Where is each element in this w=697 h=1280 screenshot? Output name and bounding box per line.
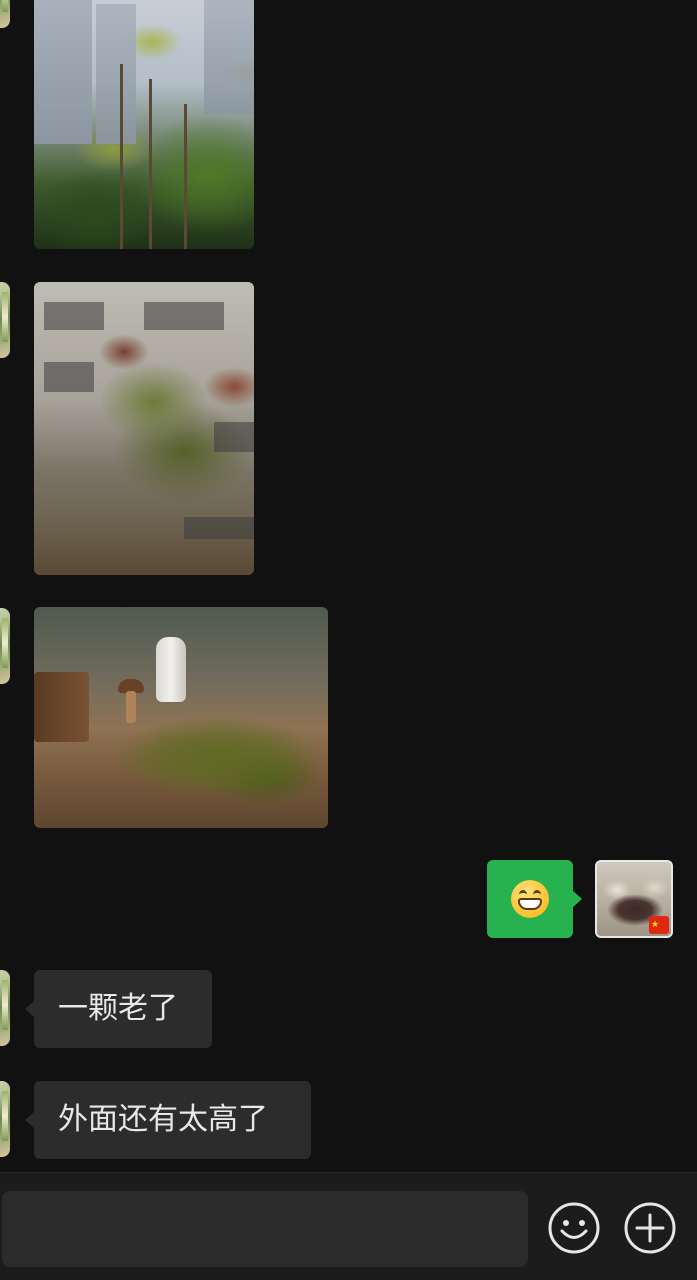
image-message-toona-sprouts[interactable] (34, 0, 254, 249)
partner-avatar[interactable] (0, 282, 10, 358)
photo-building-window (144, 302, 224, 330)
chat-input-bar (0, 1172, 697, 1280)
photo-background-building (34, 0, 92, 144)
photo-background-building (96, 4, 136, 144)
outgoing-emoji-bubble[interactable] (487, 860, 582, 938)
photo-plant-stem (184, 104, 187, 249)
china-flag-icon: ★ (649, 916, 669, 934)
my-avatar[interactable]: ★ (595, 860, 673, 938)
partner-avatar[interactable] (0, 1081, 10, 1157)
photo-background-building (204, 0, 254, 114)
partner-avatar[interactable] (0, 970, 10, 1046)
photo-building-window (184, 517, 254, 539)
photo-building-window (44, 302, 104, 330)
photo-building-window (214, 422, 254, 452)
partner-avatar[interactable] (0, 0, 10, 28)
emoji-mouth (518, 898, 542, 910)
photo-plant-stem (149, 79, 152, 249)
message-text: 外面还有太高了 (58, 1102, 268, 1137)
emoji-button[interactable] (548, 1202, 600, 1254)
message-input[interactable] (2, 1191, 528, 1267)
photo-building-window (44, 362, 94, 392)
photo-wood-block (34, 672, 89, 742)
grinning-face-emoji-icon (511, 880, 549, 918)
more-options-button[interactable] (624, 1202, 676, 1254)
chat-message-list[interactable]: ★ 一颗老了 外面还有太高了 (0, 0, 697, 1172)
smiley-icon (548, 1202, 600, 1254)
image-message-harvested-toona[interactable] (34, 607, 328, 828)
partner-avatar[interactable] (0, 608, 10, 684)
message-text: 一颗老了 (58, 991, 178, 1026)
photo-mushroom-ornament (118, 679, 144, 723)
photo-vase (156, 637, 186, 702)
plus-circle-icon (624, 1202, 676, 1254)
image-message-toona-sprouts-building[interactable] (34, 282, 254, 575)
photo-plant-stem (120, 64, 123, 249)
incoming-text-bubble[interactable]: 外面还有太高了 (25, 1081, 311, 1159)
incoming-text-bubble[interactable]: 一颗老了 (25, 970, 212, 1048)
